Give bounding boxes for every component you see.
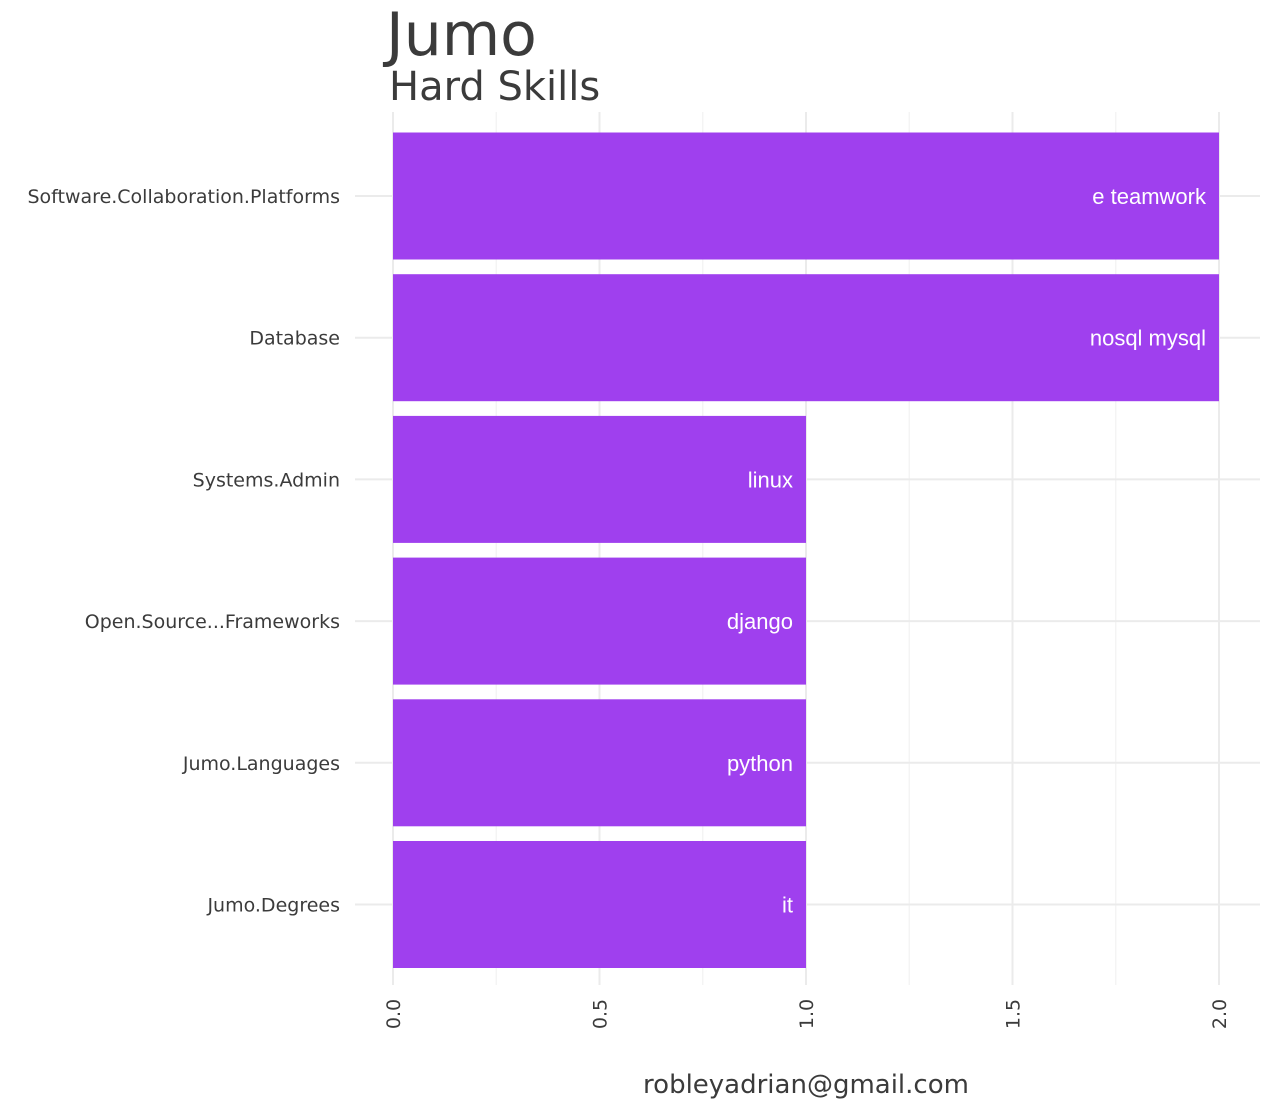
chart: e teamwork Software.Collaboration.Platfor… xyxy=(28,0,1260,1100)
bar-value-label: e teamwork xyxy=(1092,184,1207,209)
x-axis-label: robleyadrian@gmail.com xyxy=(643,1070,969,1100)
y-tick-label: Open.Source...Frameworks xyxy=(85,611,340,633)
chart-title: Jumo xyxy=(382,0,537,70)
x-tick-label: 2.0 xyxy=(1209,999,1231,1029)
x-tick-label: 1.0 xyxy=(796,999,818,1029)
bar-value-label: it xyxy=(782,893,793,918)
x-tick-label: 0.0 xyxy=(383,999,405,1029)
bar xyxy=(393,415,806,543)
x-tick-label: 0.5 xyxy=(590,999,612,1029)
y-tick-label: Jumo.Degrees xyxy=(206,895,340,917)
y-tick-label: Jumo.Languages xyxy=(182,753,340,775)
bar xyxy=(393,841,806,968)
y-tick-label: Database xyxy=(249,328,340,350)
bar-value-label: linux xyxy=(748,467,793,492)
bar-value-label: nosql mysql xyxy=(1090,326,1206,351)
y-tick-label: Systems.Admin xyxy=(193,469,340,491)
y-tick-label: Software.Collaboration.Platforms xyxy=(28,186,341,208)
x-tick-label: 1.5 xyxy=(1003,999,1025,1029)
bar-value-label: django xyxy=(727,609,793,634)
bar-value-label: python xyxy=(727,751,793,776)
chart-subtitle: Hard Skills xyxy=(389,64,600,110)
